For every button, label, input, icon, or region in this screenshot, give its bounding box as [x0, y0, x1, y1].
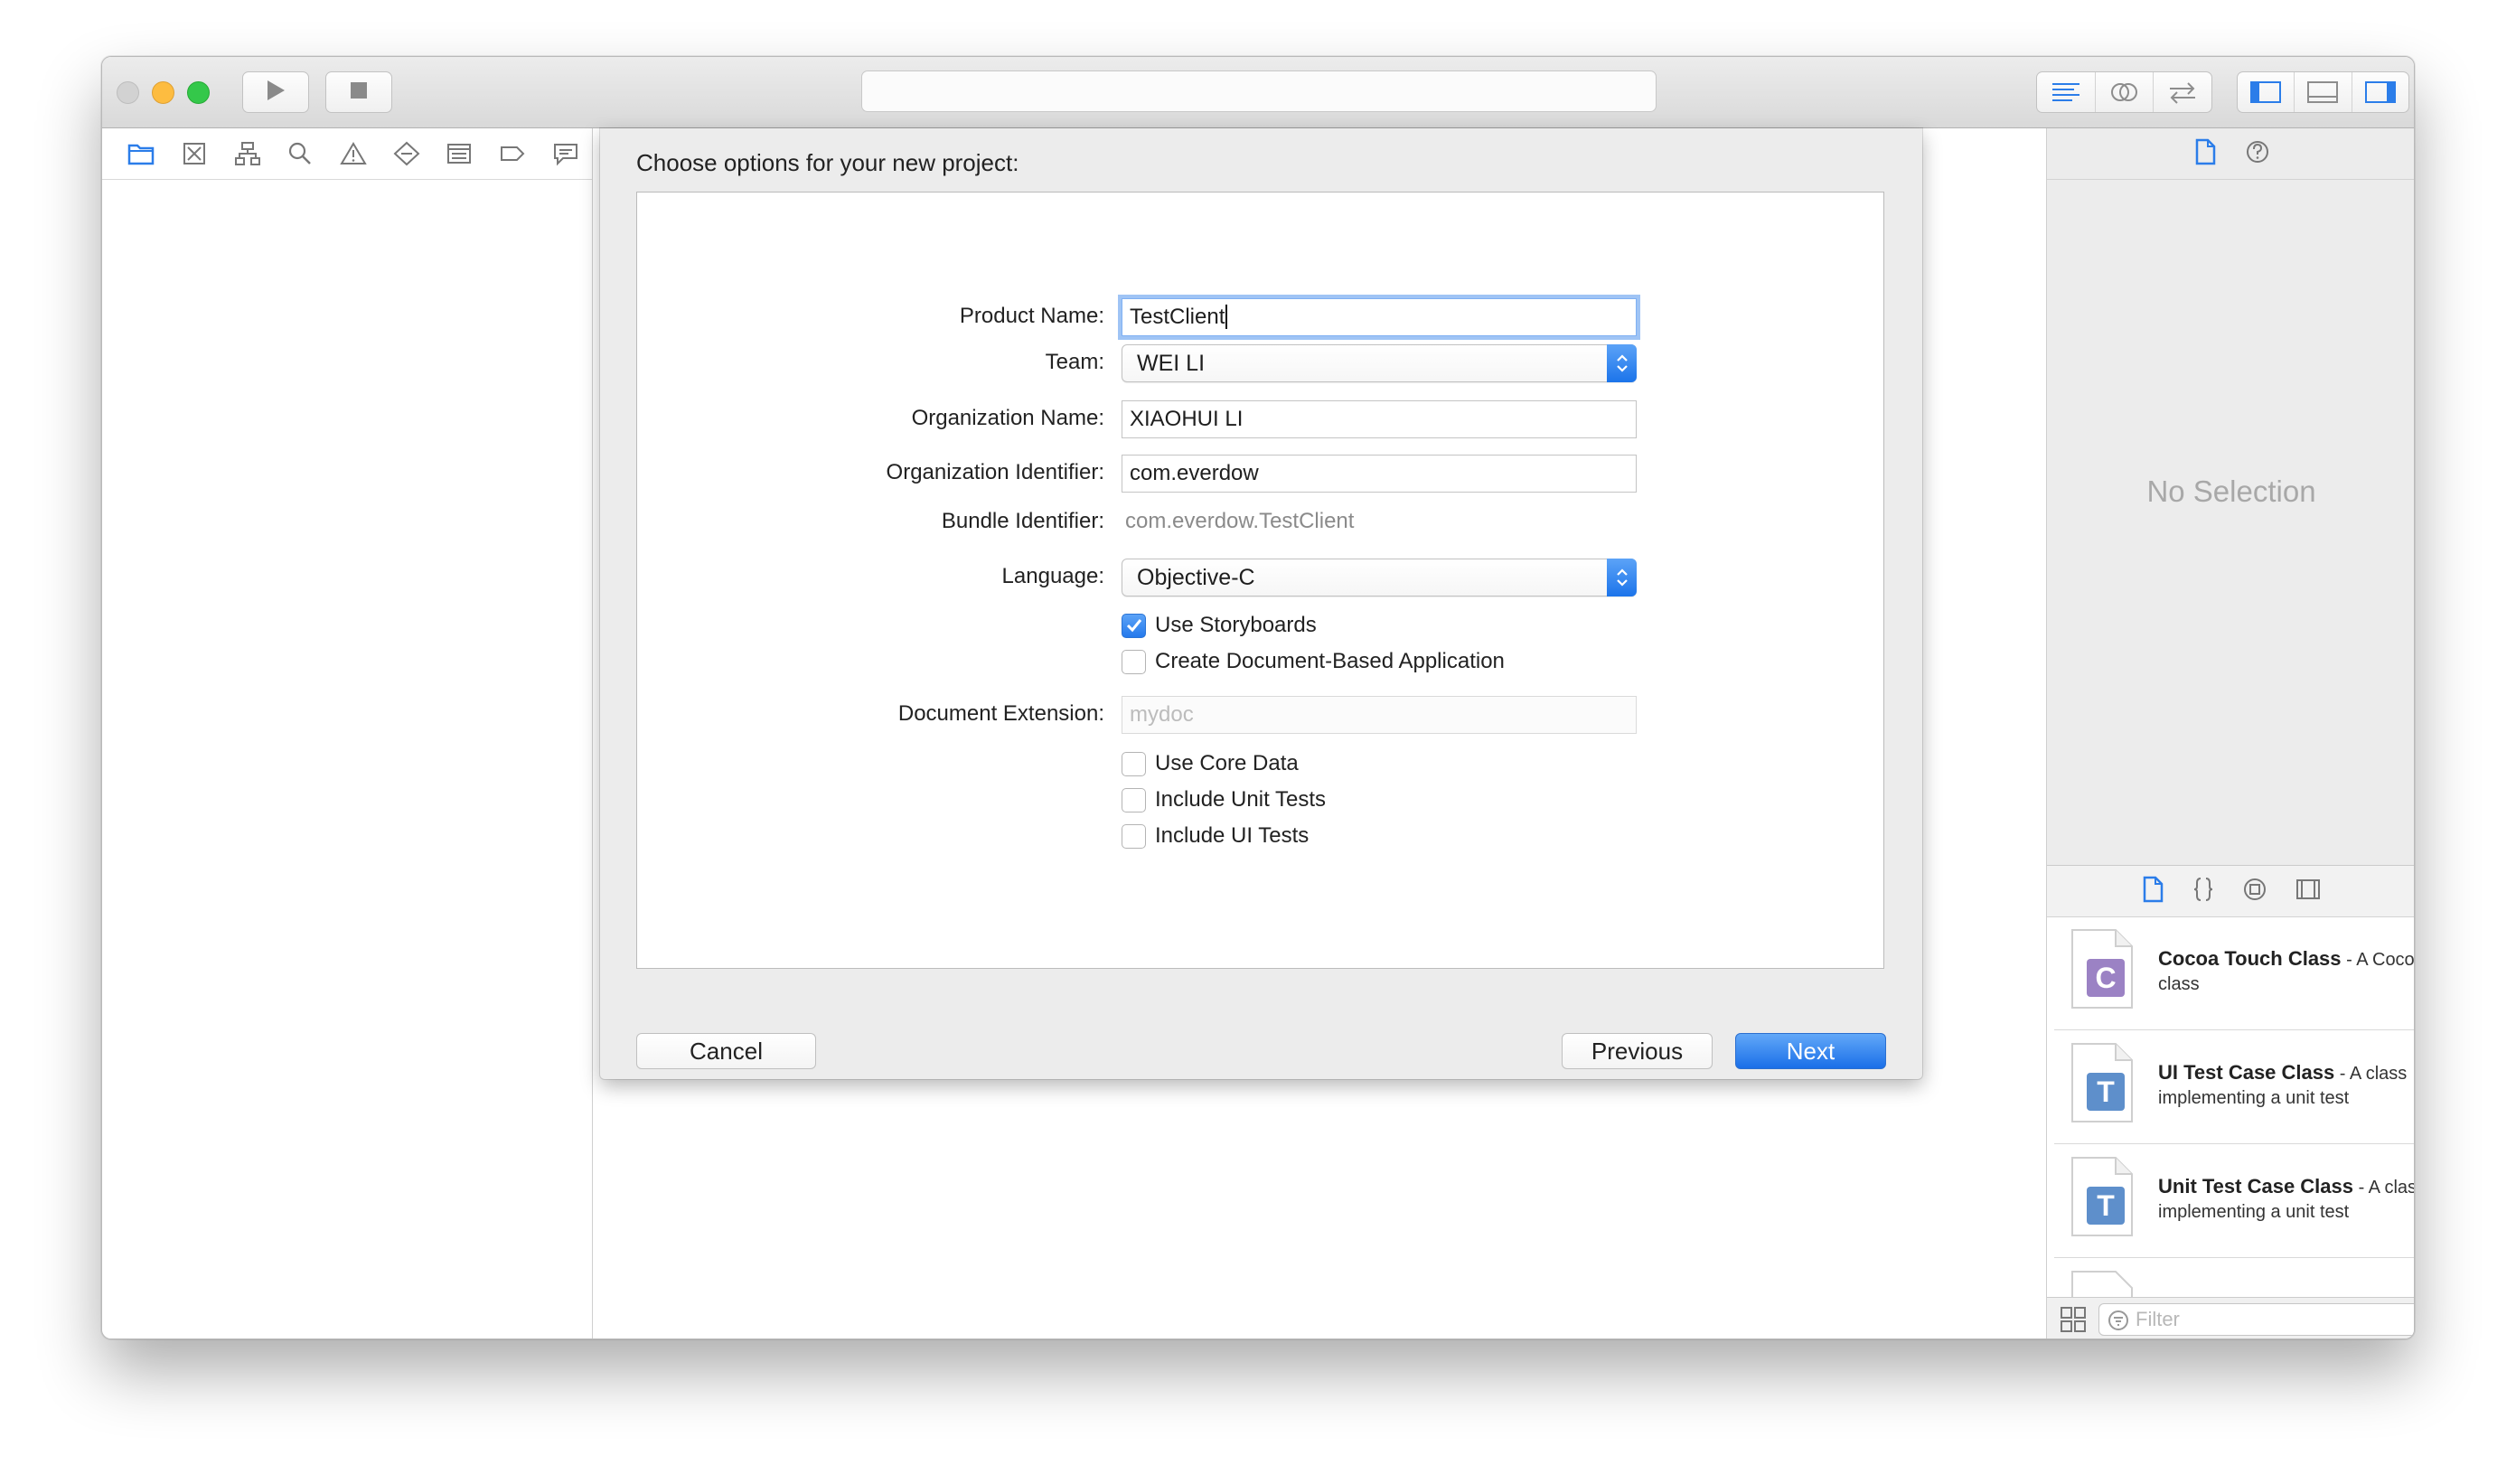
panel-toggle-control[interactable]	[2237, 71, 2409, 113]
standard-editor-icon[interactable]	[2037, 72, 2096, 112]
unit-tests-checkbox[interactable]: Include Unit Tests	[1122, 787, 1326, 812]
navigator-panel	[102, 128, 593, 1338]
doc-ext-field[interactable]: mydoc	[1122, 696, 1637, 734]
minimize-window-button[interactable]	[152, 81, 174, 104]
xcode-window: Choose options for your new project: Pro…	[101, 56, 2415, 1339]
team-label: Team:	[1045, 350, 1104, 374]
list-item[interactable]	[2054, 1259, 2414, 1297]
bundle-id-label: Bundle Identifier:	[941, 509, 1104, 533]
product-name-label: Product Name:	[959, 304, 1104, 328]
use-storyboards-checkbox[interactable]: Use Storyboards	[1122, 613, 1317, 638]
core-data-checkbox[interactable]: Use Core Data	[1122, 751, 1299, 776]
test-navigator-icon[interactable]	[380, 141, 433, 166]
list-item-title: Unit Test Case Class	[2158, 1175, 2354, 1198]
chevron-updown-icon	[1607, 344, 1637, 382]
media-library-icon[interactable]	[2295, 876, 2322, 907]
object-library-icon[interactable]	[2242, 876, 2267, 907]
source-control-icon[interactable]	[168, 141, 221, 166]
file-template-icon	[2070, 1270, 2134, 1297]
org-id-field[interactable]: com.everdow	[1122, 455, 1637, 493]
list-item-title: UI Test Case Class	[2158, 1061, 2335, 1084]
cancel-button[interactable]: Cancel	[636, 1033, 816, 1069]
run-button[interactable]	[242, 71, 309, 113]
product-name-field[interactable]: TestClient	[1122, 298, 1637, 336]
project-options-form: Product Name: TestClient Team: WEI LI Or…	[636, 192, 1884, 969]
unit-test-case-class-icon: T	[2070, 1156, 2134, 1237]
ui-tests-checkbox[interactable]: Include UI Tests	[1122, 823, 1309, 849]
team-popup[interactable]: WEI LI	[1122, 344, 1637, 382]
file-template-library-icon[interactable]	[2141, 876, 2164, 907]
utilities-panel: No Selection C Cocoa Touch Class - A Coc…	[2046, 128, 2414, 1338]
checkmark-icon	[1122, 613, 1146, 638]
zoom-window-button[interactable]	[187, 81, 210, 104]
no-selection-text: No Selection	[2146, 474, 2316, 508]
svg-text:C: C	[2095, 962, 2116, 994]
chevron-updown-icon	[1607, 559, 1637, 596]
play-icon	[265, 79, 286, 107]
org-name-label: Organization Name:	[911, 406, 1104, 430]
previous-button[interactable]: Previous	[1562, 1033, 1713, 1069]
debug-navigator-icon[interactable]	[433, 141, 486, 166]
symbol-navigator-icon[interactable]	[221, 141, 274, 166]
breakpoint-navigator-icon[interactable]	[486, 141, 540, 166]
library-tab-bar	[2047, 865, 2414, 917]
sheet-title: Choose options for your new project:	[636, 149, 1019, 176]
activity-viewer	[861, 70, 1657, 112]
stop-icon	[349, 80, 369, 105]
debug-area-toggle-icon[interactable]	[2295, 72, 2352, 112]
file-inspector-icon[interactable]	[2192, 138, 2218, 170]
list-item[interactable]: C Cocoa Touch Class - A Cocoa Touch clas…	[2054, 917, 2414, 1030]
svg-text:T: T	[2097, 1189, 2115, 1222]
filter-icon	[2108, 1310, 2129, 1338]
editor-mode-control[interactable]	[2036, 71, 2212, 113]
list-item-title: Cocoa Touch Class	[2158, 947, 2342, 970]
language-label: Language:	[1001, 564, 1104, 588]
toolbar	[102, 57, 2414, 128]
cocoa-touch-class-icon: C	[2070, 928, 2134, 1010]
find-navigator-icon[interactable]	[274, 141, 327, 166]
new-project-sheet: Choose options for your new project: Pro…	[600, 128, 1922, 1079]
doc-ext-label: Document Extension:	[897, 701, 1104, 726]
document-based-checkbox[interactable]: Create Document-Based Application	[1122, 649, 1505, 674]
navigator-tab-bar	[102, 128, 592, 180]
next-button[interactable]: Next	[1735, 1033, 1886, 1069]
close-window-button[interactable]	[117, 81, 139, 104]
bundle-id-value: com.everdow.TestClient	[1125, 509, 1355, 533]
assistant-editor-icon[interactable]	[2096, 72, 2155, 112]
project-navigator-icon[interactable]	[115, 141, 168, 166]
library-list: C Cocoa Touch Class - A Cocoa Touch clas…	[2047, 917, 2414, 1297]
navigator-toggle-icon[interactable]	[2238, 72, 2295, 112]
stop-button[interactable]	[325, 71, 392, 113]
filter-input[interactable]: Filter	[2098, 1303, 2414, 1338]
version-editor-icon[interactable]	[2154, 72, 2211, 112]
org-id-label: Organization Identifier:	[886, 460, 1104, 484]
language-popup[interactable]: Objective-C	[1122, 559, 1637, 596]
utilities-toggle-icon[interactable]	[2352, 72, 2408, 112]
quick-help-icon[interactable]	[2245, 138, 2270, 170]
grid-view-icon[interactable]	[2060, 1306, 2087, 1338]
editor-area: Choose options for your new project: Pro…	[594, 128, 2045, 1338]
code-snippet-library-icon[interactable]	[2192, 876, 2215, 907]
issue-navigator-icon[interactable]	[327, 141, 380, 166]
inspector-tab-bar	[2047, 128, 2414, 180]
report-navigator-icon[interactable]	[539, 141, 592, 166]
list-item[interactable]: T Unit Test Case Class - A class impleme…	[2054, 1145, 2414, 1258]
org-name-field[interactable]: XIAOHUI LI	[1122, 400, 1637, 438]
list-item[interactable]: T UI Test Case Class - A class implement…	[2054, 1031, 2414, 1144]
ui-test-case-class-icon: T	[2070, 1042, 2134, 1123]
library-footer: Filter	[2047, 1297, 2414, 1338]
svg-text:T: T	[2097, 1075, 2115, 1108]
